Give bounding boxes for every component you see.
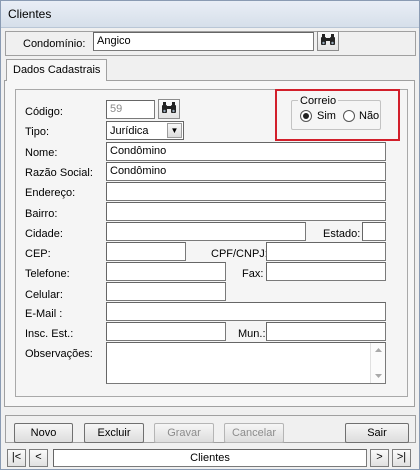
tab-dados-cadastrais[interactable]: Dados Cadastrais: [6, 59, 107, 81]
nav-prev-button[interactable]: <: [29, 449, 48, 467]
nome-label: Nome:: [25, 147, 58, 159]
celular-label: Celular:: [25, 289, 63, 301]
correio-sim-radio[interactable]: [300, 110, 312, 122]
nav-next-button[interactable]: >: [370, 449, 389, 467]
codigo-search-button[interactable]: [158, 99, 180, 119]
chevron-down-icon[interactable]: ▼: [167, 123, 182, 138]
fax-field[interactable]: [266, 262, 386, 281]
tipo-select[interactable]: Jurídica ▼: [106, 121, 184, 140]
window-title: Clientes: [1, 1, 419, 28]
navigator-label: Clientes: [53, 449, 367, 467]
correio-title: Correio: [298, 94, 339, 108]
endereco-field[interactable]: [106, 182, 386, 201]
nav-first-button[interactable]: |<: [7, 449, 26, 467]
email-field[interactable]: [106, 302, 386, 321]
binoculars-icon: [320, 33, 336, 49]
razao-social-label: Razão Social:: [25, 167, 93, 179]
insc-est-label: Insc. Est.:: [25, 328, 74, 340]
telefone-label: Telefone:: [25, 268, 70, 280]
cpf-cnpj-label: CPF/CNPJ:: [211, 248, 268, 260]
observacoes-field[interactable]: [106, 342, 386, 384]
cep-field[interactable]: [106, 242, 186, 261]
codigo-field[interactable]: 59: [106, 100, 155, 119]
clientes-window: Clientes Condomínio: Angico Dados Cadast…: [0, 0, 420, 470]
observacoes-scrollbar[interactable]: [370, 343, 385, 383]
cancelar-button[interactable]: Cancelar: [224, 423, 284, 443]
razao-social-field[interactable]: Condômino: [106, 162, 386, 181]
estado-field[interactable]: [362, 222, 386, 241]
tipo-label: Tipo:: [25, 126, 50, 138]
cep-label: CEP:: [25, 248, 51, 260]
novo-button[interactable]: Novo: [14, 423, 73, 443]
telefone-field[interactable]: [106, 262, 226, 281]
sair-button[interactable]: Sair: [345, 423, 409, 443]
binoculars-icon: [161, 101, 177, 117]
nav-last-button[interactable]: >|: [392, 449, 411, 467]
mun-label: Mun.:: [238, 328, 266, 340]
endereco-label: Endereço:: [25, 187, 76, 199]
cpf-cnpj-field[interactable]: [266, 242, 386, 261]
correio-sim-label[interactable]: Sim: [317, 109, 336, 123]
bairro-field[interactable]: [106, 202, 386, 221]
correio-nao-radio[interactable]: [343, 110, 355, 122]
mun-field[interactable]: [266, 322, 386, 341]
estado-label: Estado:: [323, 228, 361, 240]
condominio-label: Condomínio:: [23, 38, 86, 50]
celular-field[interactable]: [106, 282, 226, 301]
bairro-label: Bairro:: [25, 208, 58, 220]
cidade-field[interactable]: [106, 222, 306, 241]
codigo-label: Código:: [25, 106, 63, 118]
gravar-button[interactable]: Gravar: [154, 423, 214, 443]
condominio-search-button[interactable]: [317, 31, 339, 51]
condominio-field[interactable]: Angico: [93, 32, 314, 51]
cidade-label: Cidade:: [25, 228, 63, 240]
excluir-button[interactable]: Excluir: [84, 423, 144, 443]
insc-est-field[interactable]: [106, 322, 226, 341]
fax-label: Fax:: [242, 268, 264, 280]
tipo-value: Jurídica: [110, 125, 149, 137]
observacoes-label: Observações:: [25, 348, 93, 360]
nome-field[interactable]: Condômino: [106, 142, 386, 161]
email-label: E-Mail :: [25, 308, 63, 320]
correio-nao-label[interactable]: Não: [359, 109, 379, 123]
